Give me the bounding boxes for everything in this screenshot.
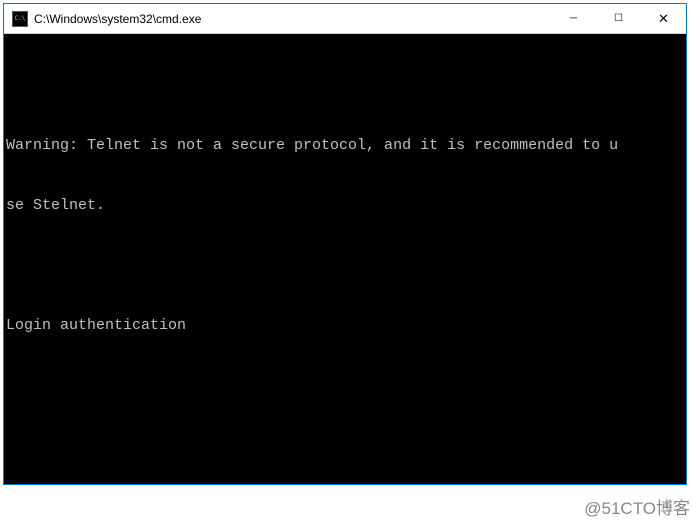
terminal-line xyxy=(6,436,686,456)
cmd-icon xyxy=(12,11,28,27)
titlebar[interactable]: C:\Windows\system32\cmd.exe ─ ☐ ✕ xyxy=(4,4,686,34)
terminal-line xyxy=(6,256,686,276)
terminal-line: Warning: Telnet is not a secure protocol… xyxy=(6,136,686,156)
terminal-line: Login authentication xyxy=(6,316,686,336)
window-title: C:\Windows\system32\cmd.exe xyxy=(34,12,551,26)
cmd-window: C:\Windows\system32\cmd.exe ─ ☐ ✕ Warnin… xyxy=(3,3,687,485)
terminal-output[interactable]: Warning: Telnet is not a secure protocol… xyxy=(4,34,686,484)
maximize-button[interactable]: ☐ xyxy=(596,4,641,33)
terminal-line xyxy=(6,76,686,96)
close-button[interactable]: ✕ xyxy=(641,4,686,33)
window-controls: ─ ☐ ✕ xyxy=(551,4,686,33)
watermark: @51CTO博客 xyxy=(584,494,690,519)
terminal-line xyxy=(6,376,686,396)
terminal-line: se Stelnet. xyxy=(6,196,686,216)
minimize-button[interactable]: ─ xyxy=(551,4,596,33)
